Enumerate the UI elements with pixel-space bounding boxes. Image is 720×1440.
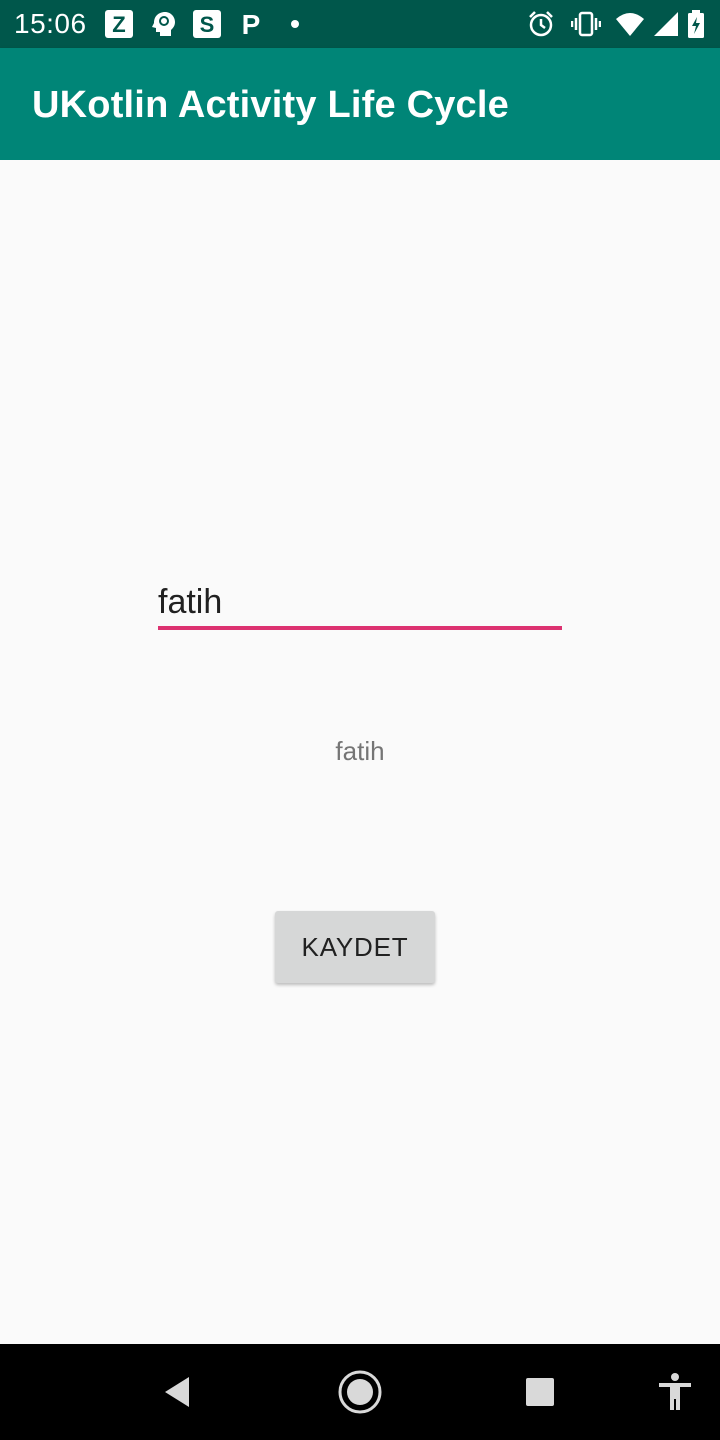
s-app-letter: S (200, 12, 215, 37)
back-icon[interactable] (154, 1368, 202, 1416)
p-app-icon: P (236, 9, 266, 39)
status-bar: 15:06 Z S P (0, 0, 720, 48)
battery-charging-icon (684, 9, 708, 39)
zedge-letter: Z (112, 12, 125, 37)
zedge-icon: Z (104, 9, 134, 39)
brain-icon (148, 9, 178, 39)
p-app-letter: P (242, 9, 261, 39)
home-icon[interactable] (336, 1368, 384, 1416)
app-title: UKotlin Activity Life Cycle (32, 84, 509, 126)
status-time: 15:06 (14, 8, 87, 39)
app-bar: UKotlin Activity Life Cycle (0, 48, 720, 160)
navigation-bar (0, 1344, 720, 1440)
save-button[interactable]: KAYDET (275, 911, 435, 983)
name-edit-text[interactable] (158, 576, 562, 632)
name-input[interactable] (158, 576, 562, 628)
signal-icon (651, 9, 681, 39)
accessibility-icon[interactable] (651, 1368, 699, 1416)
main-content: fatih KAYDET (0, 160, 720, 1344)
recents-icon[interactable] (516, 1368, 564, 1416)
result-text: fatih (335, 736, 385, 766)
input-underline (158, 626, 562, 630)
alarm-icon (526, 9, 556, 39)
vibrate-icon (571, 9, 601, 39)
wifi-icon (615, 9, 645, 39)
s-app-icon: S (192, 9, 222, 39)
dot-icon (280, 9, 310, 39)
